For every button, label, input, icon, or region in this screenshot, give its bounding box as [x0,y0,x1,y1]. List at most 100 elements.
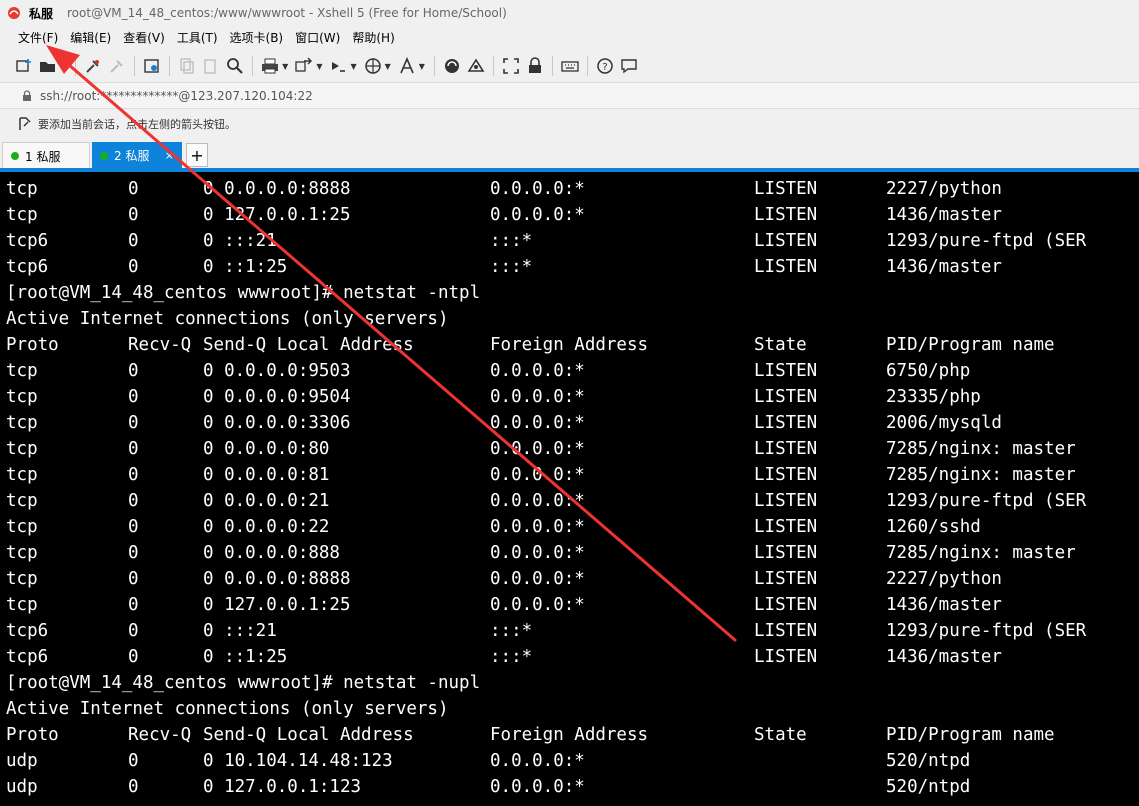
transfer-dropdown-icon[interactable]: ▼ [316,62,322,71]
lock-screen-icon[interactable] [525,56,545,76]
terminal-line: [root@VM_14_48_centos wwwroot]# netstat … [6,673,481,693]
print-icon[interactable] [260,56,280,76]
toolbar: ▼ ▼ ▼ ▼ ▼ ▼ ? [0,50,1139,82]
xshell-app-icon[interactable] [7,6,21,20]
toolbar-separator [252,56,254,76]
cell-state: LISTEN [754,413,818,433]
script-dropdown-icon[interactable]: ▼ [350,62,356,71]
cell-state: LISTEN [754,543,818,563]
tab-session-2[interactable]: 2 私服 × [92,142,182,169]
script-icon[interactable] [328,56,348,76]
terminal-output[interactable]: tcp 0 0 0.0.0.0:8888 0.0.0.0:* LISTEN 2227/py… [0,172,1139,806]
cell-local-address: 0 10.104.14.48:123 [203,751,393,771]
find-icon[interactable] [225,56,245,76]
tab-session-1[interactable]: 1 私服 [2,142,90,169]
cell-proto: Proto [6,725,59,745]
xftp-icon[interactable] [442,56,462,76]
cell-foreign-address: 0.0.0.0:* [490,543,585,563]
help-icon[interactable]: ? [595,56,615,76]
globe-icon[interactable] [363,56,383,76]
cell-state: LISTEN [754,361,818,381]
globe-dropdown-icon[interactable]: ▼ [385,62,391,71]
menu-window[interactable]: 窗口(W) [289,27,346,49]
cell-state: LISTEN [754,517,818,537]
print-dropdown-icon[interactable]: ▼ [282,62,288,71]
cell-program: 1436/master [886,647,1002,667]
cell-local-address: 0 0.0.0.0:888 [203,543,340,563]
session-address[interactable]: ssh://root:*************@123.207.120.104… [40,89,313,103]
menu-bar: 文件(F) 编辑(E) 查看(V) 工具(T) 选项卡(B) 窗口(W) 帮助(… [0,26,1139,50]
connect-icon[interactable] [83,56,103,76]
font-icon[interactable] [397,56,417,76]
cell-foreign-address: 0.0.0.0:* [490,179,585,199]
transfer-icon[interactable] [294,56,314,76]
address-bar[interactable]: ssh://root:*************@123.207.120.104… [0,82,1139,109]
cell-local-address: Send-Q Local Address [203,725,414,745]
close-tab-icon[interactable]: × [165,149,174,162]
font-dropdown-icon[interactable]: ▼ [419,62,425,71]
cell-foreign-address: 0.0.0.0:* [490,595,585,615]
cell-recv-q: 0 [128,179,139,199]
terminal-line: Active Internet connections (only server… [6,699,449,719]
cell-local-address: 0 :::21 [203,231,277,251]
toolbar-separator [551,56,553,76]
cell-recv-q: 0 [128,751,139,771]
cell-local-address: 0 0.0.0.0:22 [203,517,330,537]
cell-state: LISTEN [754,595,818,615]
cell-local-address: 0 0.0.0.0:21 [203,491,330,511]
cell-proto: tcp [6,543,38,563]
netstat-row: tcp 0 0 0.0.0.0:9504 0.0.0.0:* LISTEN 23335/p… [6,384,1136,410]
new-session-icon[interactable] [14,56,34,76]
cell-state: LISTEN [754,205,818,225]
cell-local-address: 0 0.0.0.0:80 [203,439,330,459]
netstat-row: tcp 0 0 0.0.0.0:9503 0.0.0.0:* LISTEN 6750/ph… [6,358,1136,384]
open-dropdown-icon[interactable]: ▼ [60,62,66,71]
toolbar-separator [433,56,435,76]
cell-program: 23335/php [886,387,981,407]
cell-proto: tcp [6,595,38,615]
add-tab-button[interactable]: + [186,143,208,167]
cell-proto: tcp [6,465,38,485]
cell-recv-q: 0 [128,517,139,537]
disconnect-icon[interactable] [107,56,127,76]
cell-recv-q: 0 [128,491,139,511]
copy-icon[interactable] [177,56,197,76]
properties-icon[interactable] [142,56,162,76]
cell-recv-q: 0 [128,647,139,667]
menu-view[interactable]: 查看(V) [117,27,171,49]
cell-program: 7285/nginx: master [886,439,1076,459]
menu-file[interactable]: 文件(F) [12,27,64,49]
fullscreen-icon[interactable] [501,56,521,76]
cell-state: LISTEN [754,179,818,199]
xshell-icon[interactable] [466,56,486,76]
cell-proto: tcp [6,413,38,433]
menu-edit[interactable]: 编辑(E) [64,27,117,49]
open-folder-icon[interactable] [38,56,58,76]
cell-state: LISTEN [754,621,818,641]
menu-tools[interactable]: 工具(T) [171,27,224,49]
cell-recv-q: 0 [128,387,139,407]
add-session-arrow-icon[interactable] [18,117,32,131]
cell-program: PID/Program name [886,725,1055,745]
cell-recv-q: 0 [128,257,139,277]
netstat-row: tcp 0 0 0.0.0.0:80 0.0.0.0:* LISTEN 7285/ngin… [6,436,1136,462]
cell-state: LISTEN [754,231,818,251]
menu-tabs[interactable]: 选项卡(B) [224,27,290,49]
tab-bar: 1 私服 2 私服 × + [0,139,1139,169]
cell-program: PID/Program name [886,335,1055,355]
hint-text: 要添加当前会话，点击左侧的箭头按钮。 [38,118,236,131]
cell-proto: tcp [6,491,38,511]
keyboard-icon[interactable] [560,56,580,76]
connected-status-icon [11,152,19,160]
cell-foreign-address: 0.0.0.0:* [490,205,585,225]
cell-local-address: 0 0.0.0.0:8888 [203,569,351,589]
cell-program: 2006/mysqld [886,413,1002,433]
chat-icon[interactable] [619,56,639,76]
menu-help[interactable]: 帮助(H) [346,27,400,49]
cell-local-address: Send-Q Local Address [203,335,414,355]
cell-program: 1436/master [886,595,1002,615]
window-title: root@VM_14_48_centos:/www/wwwroot - Xshe… [67,6,507,20]
paste-icon[interactable] [201,56,221,76]
cell-state: LISTEN [754,569,818,589]
netstat-row: tcp 0 0 0.0.0.0:81 0.0.0.0:* LISTEN 7285/ngin… [6,462,1136,488]
